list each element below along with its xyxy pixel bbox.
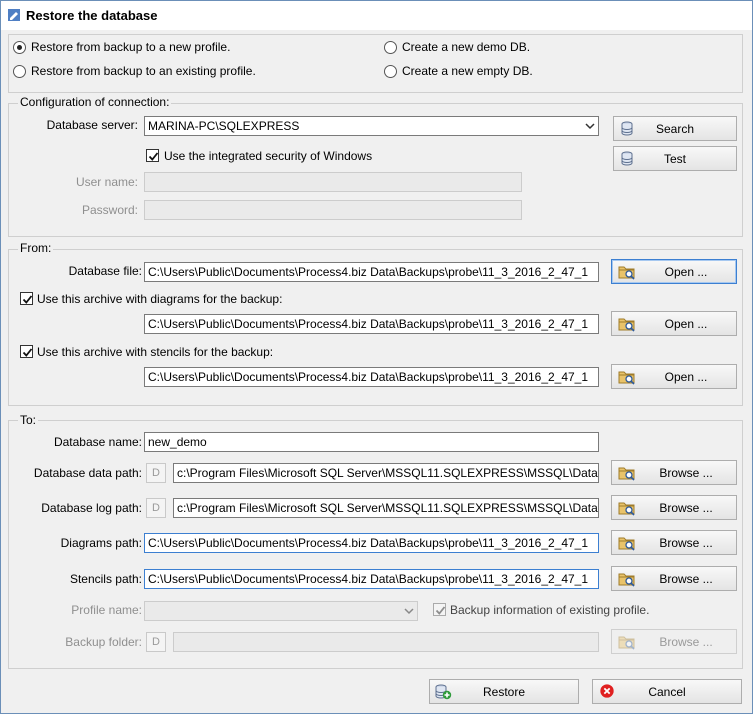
from-group-label: From:	[18, 241, 54, 255]
open-stencils-archive-button[interactable]: Open ...	[611, 364, 737, 389]
checkmark-icon	[21, 293, 34, 306]
folder-search-icon	[618, 634, 636, 650]
database-file-input[interactable]: C:\Users\Public\Documents\Process4.biz D…	[144, 262, 599, 282]
profile-name-label: Profile name:	[71, 603, 142, 617]
restore-button[interactable]: Restore	[429, 679, 579, 704]
folder-search-icon	[618, 264, 636, 280]
browse-stencils-path-button[interactable]: Browse ...	[611, 566, 737, 591]
radio-restore-new[interactable]	[13, 41, 26, 54]
integrated-security-label[interactable]: Use the integrated security of Windows	[164, 149, 372, 163]
open-button-label: Open ...	[664, 370, 708, 384]
data-path-d-button[interactable]: D	[146, 463, 166, 483]
data-path-input[interactable]: c:\Program Files\Microsoft SQL Server\MS…	[173, 463, 599, 483]
log-path-label: Database log path:	[41, 501, 142, 515]
stencils-archive-label[interactable]: Use this archive with stencils for the b…	[37, 345, 273, 359]
radio-demo-db-label[interactable]: Create a new demo DB.	[402, 40, 530, 54]
test-button[interactable]: Test	[613, 146, 737, 171]
database-name-input[interactable]: new_demo	[144, 432, 599, 452]
browse-diagrams-path-button[interactable]: Browse ...	[611, 530, 737, 555]
radio-demo-db[interactable]	[384, 41, 397, 54]
connection-group-label: Configuration of connection:	[18, 95, 172, 109]
diagrams-archive-input[interactable]: C:\Users\Public\Documents\Process4.biz D…	[144, 314, 599, 334]
stencils-archive-input[interactable]: C:\Users\Public\Documents\Process4.biz D…	[144, 367, 599, 387]
browse-backup-folder-button[interactable]: Browse ...	[611, 629, 737, 654]
integrated-security-checkbox[interactable]	[146, 149, 159, 162]
database-file-label: Database file:	[68, 264, 142, 278]
test-button-label: Test	[663, 152, 686, 166]
server-combo[interactable]: MARINA-PC\SQLEXPRESS	[144, 116, 599, 136]
user-name-input[interactable]	[144, 172, 522, 192]
folder-search-icon	[618, 500, 636, 516]
title-bar: Restore the database	[1, 1, 752, 30]
checkmark-icon	[147, 150, 160, 163]
radio-empty-db-label[interactable]: Create a new empty DB.	[402, 64, 533, 78]
log-path-d-button[interactable]: D	[146, 498, 166, 518]
checkmark-icon	[21, 346, 34, 359]
server-label: Database server:	[46, 118, 138, 132]
backup-info-checkbox[interactable]	[433, 603, 446, 616]
backup-folder-input[interactable]	[173, 632, 599, 652]
diagrams-archive-label[interactable]: Use this archive with diagrams for the b…	[37, 292, 282, 306]
browse-data-path-button[interactable]: Browse ...	[611, 460, 737, 485]
user-name-label: User name:	[75, 175, 138, 189]
search-button-label: Search	[655, 122, 695, 136]
radio-empty-db[interactable]	[384, 65, 397, 78]
folder-search-icon	[618, 369, 636, 385]
folder-search-icon	[618, 465, 636, 481]
browse-log-path-button[interactable]: Browse ...	[611, 495, 737, 520]
stencils-path-label: Stencils path:	[69, 572, 142, 586]
restore-dialog: Restore the database Restore from backup…	[0, 0, 753, 714]
stencils-archive-checkbox[interactable]	[20, 345, 33, 358]
open-database-file-button[interactable]: Open ...	[611, 259, 737, 284]
dialog-body: Restore from backup to a new profile. Re…	[1, 30, 752, 713]
open-button-label: Open ...	[664, 265, 708, 279]
chevron-down-icon[interactable]	[401, 602, 417, 620]
search-button[interactable]: Search	[613, 116, 737, 141]
radio-restore-existing-label[interactable]: Restore from backup to an existing profi…	[31, 64, 256, 78]
radio-restore-new-label[interactable]: Restore from backup to a new profile.	[31, 40, 230, 54]
radio-restore-existing[interactable]	[13, 65, 26, 78]
browse-button-label: Browse ...	[659, 572, 713, 586]
cancel-button-label: Cancel	[648, 685, 686, 699]
browse-button-label: Browse ...	[659, 536, 713, 550]
server-value: MARINA-PC\SQLEXPRESS	[148, 119, 300, 133]
window-title: Restore the database	[26, 8, 158, 23]
password-input[interactable]	[144, 200, 522, 220]
backup-info-label[interactable]: Backup information of existing profile.	[450, 603, 649, 617]
diagrams-archive-checkbox[interactable]	[20, 292, 33, 305]
folder-search-icon	[618, 316, 636, 332]
folder-search-icon	[618, 571, 636, 587]
to-group-label: To:	[18, 413, 39, 427]
database-name-label: Database name:	[53, 435, 142, 449]
diagrams-path-input[interactable]: C:\Users\Public\Documents\Process4.biz D…	[144, 533, 599, 553]
diagrams-path-label: Diagrams path:	[60, 536, 142, 550]
log-path-input[interactable]: c:\Program Files\Microsoft SQL Server\MS…	[173, 498, 599, 518]
restore-button-label: Restore	[482, 685, 526, 699]
chevron-down-icon[interactable]	[582, 117, 598, 135]
folder-search-icon	[618, 535, 636, 551]
checkmark-icon	[434, 604, 447, 617]
browse-button-label: Browse ...	[659, 635, 713, 649]
open-diagrams-archive-button[interactable]: Open ...	[611, 311, 737, 336]
app-icon	[8, 9, 20, 21]
cancel-button[interactable]: Cancel	[592, 679, 742, 704]
stencils-path-input[interactable]: C:\Users\Public\Documents\Process4.biz D…	[144, 569, 599, 589]
browse-button-label: Browse ...	[659, 501, 713, 515]
open-button-label: Open ...	[664, 317, 708, 331]
password-label: Password:	[81, 203, 138, 217]
data-path-label: Database data path:	[33, 466, 142, 480]
browse-button-label: Browse ...	[659, 466, 713, 480]
backup-folder-d-button[interactable]: D	[146, 632, 166, 652]
backup-folder-label: Backup folder:	[65, 635, 142, 649]
profile-name-combo[interactable]	[144, 601, 418, 621]
